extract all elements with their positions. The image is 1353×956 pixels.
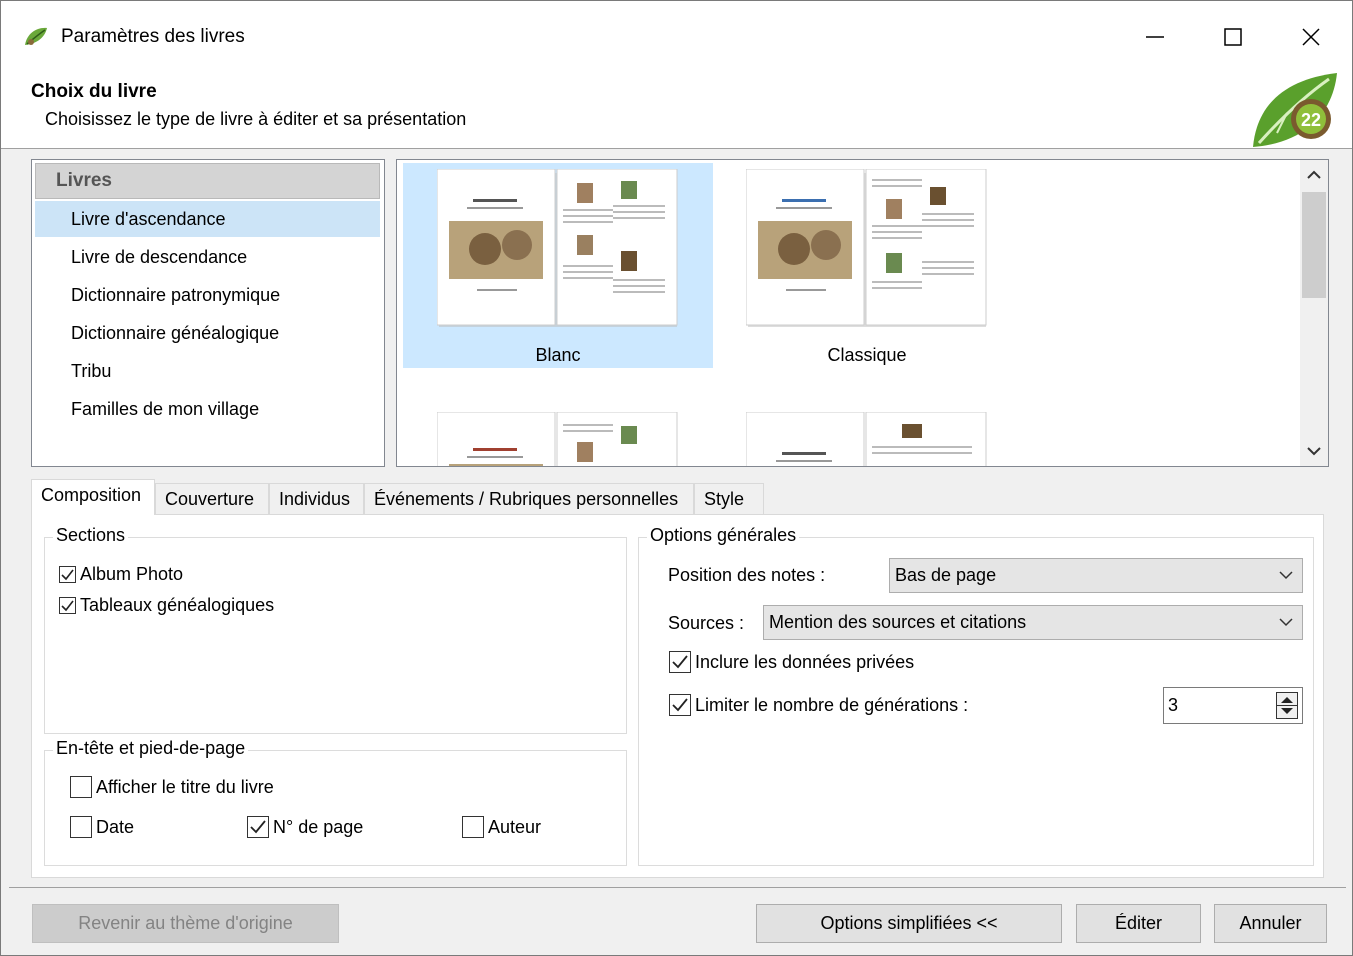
maximize-button[interactable]	[1203, 15, 1263, 59]
chevron-down-icon	[1279, 618, 1293, 627]
album-photo-checkbox[interactable]: Album Photo	[59, 564, 183, 585]
chevron-up-icon	[1307, 170, 1321, 179]
tab-style[interactable]: Style	[694, 483, 764, 515]
author-label: Auteur	[488, 816, 542, 837]
simple-options-button[interactable]: Options simplifiées <<	[756, 904, 1062, 943]
books-list: Livres Livre d'ascendance Livre de desce…	[31, 159, 385, 467]
cancel-button[interactable]: Annuler	[1214, 904, 1327, 943]
theme-blanc[interactable]: Blanc	[403, 163, 713, 368]
include-private-label: Inclure les données privées	[695, 651, 915, 672]
logo-text: 22	[1301, 110, 1321, 130]
include-private-checkbox[interactable]: Inclure les données privées	[669, 651, 914, 673]
spinner-buttons[interactable]	[1276, 692, 1298, 719]
themes-gallery: Blanc Classique	[396, 159, 1329, 467]
scroll-down-button[interactable]	[1300, 436, 1328, 466]
spin-up-down-icon	[1277, 697, 1297, 714]
sources-select[interactable]: Mention des sources et citations	[763, 605, 1303, 640]
tab-individus[interactable]: Individus	[269, 483, 364, 515]
general-options-legend: Options générales	[647, 525, 800, 546]
checkmark-icon	[61, 600, 74, 612]
date-box[interactable]	[70, 816, 92, 838]
book-settings-window: Paramètres des livres Choix du livre Cho…	[0, 0, 1353, 956]
theme-classique-preview	[746, 169, 987, 327]
tab-composition[interactable]: Composition	[31, 479, 155, 515]
generations-spinner[interactable]: 3	[1163, 687, 1303, 724]
theme-blanc-label: Blanc	[535, 345, 581, 365]
header-subtitle: Choisissez le type de livre à éditer et …	[45, 109, 467, 129]
tab-evenements[interactable]: Événements / Rubriques personnelles	[364, 483, 694, 515]
chevron-down-icon	[1307, 447, 1321, 456]
close-button[interactable]	[1281, 15, 1341, 59]
album-photo-box[interactable]	[59, 566, 76, 583]
header-title: Choix du livre	[31, 81, 157, 102]
sections-legend: Sections	[53, 525, 129, 546]
theme-classique[interactable]: Classique	[712, 163, 1022, 368]
show-title-checkbox[interactable]: Afficher le titre du livre	[70, 776, 274, 798]
checkmark-icon	[672, 655, 688, 669]
show-title-box[interactable]	[70, 776, 92, 798]
theme-item-3[interactable]	[403, 406, 713, 466]
header-footer-group: En-tête et pied-de-page	[44, 738, 627, 866]
minimize-icon	[1146, 36, 1164, 38]
limit-generations-label: Limiter le nombre de générations :	[695, 694, 969, 715]
theme-classique-label: Classique	[827, 345, 907, 365]
edit-button[interactable]: Éditer	[1076, 904, 1201, 943]
header-footer-legend: En-tête et pied-de-page	[53, 738, 249, 759]
checkmark-icon	[250, 820, 266, 834]
book-item-dictionnaire-genealogique[interactable]: Dictionnaire généalogique	[35, 315, 380, 351]
author-box[interactable]	[462, 816, 484, 838]
date-label: Date	[96, 816, 135, 837]
book-item-ascendance[interactable]: Livre d'ascendance	[35, 201, 380, 237]
close-icon	[1302, 28, 1320, 46]
scrollbar-thumb[interactable]	[1302, 192, 1326, 298]
date-checkbox[interactable]: Date	[70, 816, 134, 838]
page-number-box[interactable]	[247, 816, 269, 838]
show-title-label: Afficher le titre du livre	[96, 776, 274, 797]
title-bar: Paramètres des livres	[1, 1, 1352, 73]
window-title: Paramètres des livres	[61, 26, 245, 47]
checkmark-icon	[61, 569, 74, 581]
books-list-header: Livres	[35, 163, 380, 199]
notes-position-label: Position des notes :	[668, 565, 826, 585]
theme-item-4[interactable]	[712, 406, 1022, 466]
footer-divider	[9, 887, 1346, 888]
maximize-icon	[1224, 28, 1242, 46]
tableaux-label: Tableaux généalogiques	[80, 595, 275, 615]
book-item-dictionnaire-patronymique[interactable]: Dictionnaire patronymique	[35, 277, 380, 313]
dialog-header: Choix du livre Choisissez le type de liv…	[1, 73, 1352, 149]
book-item-descendance[interactable]: Livre de descendance	[35, 239, 380, 275]
minimize-button[interactable]	[1125, 15, 1185, 59]
theme-item-4-preview	[746, 412, 987, 466]
tableaux-box[interactable]	[59, 597, 76, 614]
include-private-box[interactable]	[669, 651, 691, 673]
theme-item-3-preview	[437, 412, 678, 466]
limit-generations-checkbox[interactable]: Limiter le nombre de générations :	[669, 694, 968, 716]
page-number-checkbox[interactable]: N° de page	[247, 816, 363, 838]
book-item-tribu[interactable]: Tribu	[35, 353, 380, 389]
limit-generations-box[interactable]	[669, 694, 691, 716]
author-checkbox[interactable]: Auteur	[462, 816, 541, 838]
tableaux-checkbox[interactable]: Tableaux généalogiques	[59, 595, 274, 616]
page-number-label: N° de page	[273, 816, 364, 837]
scroll-up-button[interactable]	[1300, 160, 1328, 190]
checkmark-icon	[672, 698, 688, 712]
app-leaf-icon	[25, 27, 47, 45]
album-photo-label: Album Photo	[80, 564, 184, 584]
themes-scrollbar[interactable]	[1300, 160, 1328, 466]
generations-value: 3	[1168, 695, 1179, 715]
app-logo: 22	[1253, 73, 1337, 147]
tab-couverture[interactable]: Couverture	[155, 483, 269, 515]
sources-value: Mention des sources et citations	[769, 612, 1027, 632]
reset-theme-button[interactable]: Revenir au thème d'origine	[32, 904, 339, 943]
chevron-down-icon	[1279, 571, 1293, 580]
notes-position-select[interactable]: Bas de page	[889, 558, 1303, 593]
book-item-familles-village[interactable]: Familles de mon village	[35, 391, 380, 427]
notes-position-value: Bas de page	[895, 565, 997, 585]
sources-label: Sources :	[668, 613, 745, 633]
theme-blanc-preview	[437, 169, 678, 327]
